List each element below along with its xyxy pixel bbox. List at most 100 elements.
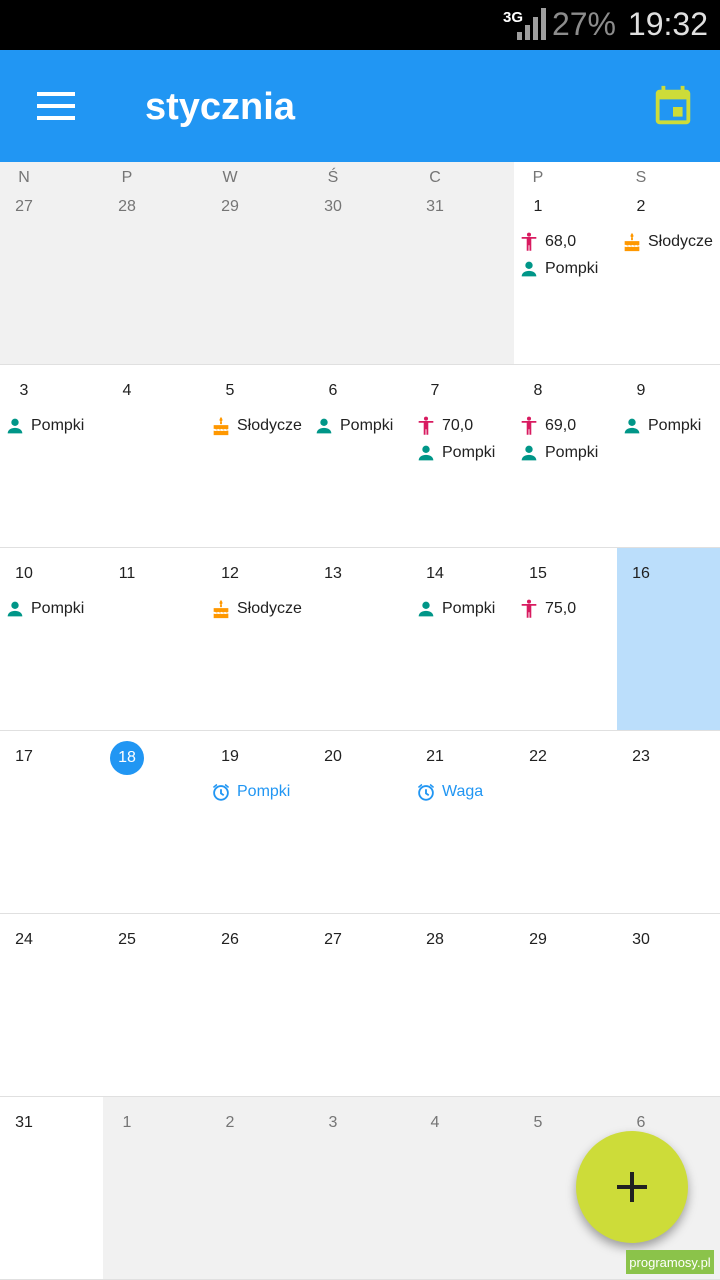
event-weight[interactable]: 70,0: [415, 415, 473, 437]
calendar-day-cell[interactable]: 5 Słodycze: [206, 365, 309, 547]
day-number: 5: [225, 382, 235, 399]
day-number: 14: [426, 565, 444, 582]
calendar-day-cell[interactable]: 29: [514, 914, 617, 1096]
event-exercise[interactable]: Pompki: [518, 442, 598, 464]
event-weight[interactable]: 75,0: [518, 598, 576, 620]
calendar-day-cell[interactable]: 21 Waga: [411, 731, 514, 913]
hamburger-menu-icon[interactable]: [26, 76, 86, 136]
add-entry-button[interactable]: [576, 1131, 688, 1243]
calendar-day-cell[interactable]: C 31: [411, 162, 514, 364]
day-number: 3: [328, 1114, 338, 1131]
calendar-day-cell[interactable]: 25: [103, 914, 206, 1096]
calendar-day-cell[interactable]: 10 Pompki: [0, 548, 103, 730]
calendar-day-cell[interactable]: 3 Pompki: [0, 365, 103, 547]
event-label: Pompki: [31, 600, 85, 617]
event-exercise[interactable]: Pompki: [4, 415, 84, 437]
calendar-day-cell[interactable]: P 1 68,0 Pompki: [514, 162, 617, 364]
calendar-day-cell[interactable]: 27: [309, 914, 412, 1096]
event-label: Pompki: [442, 444, 496, 461]
cake-icon: [213, 416, 229, 436]
event-exercise[interactable]: Pompki: [518, 258, 598, 280]
calendar-day-cell[interactable]: 22: [514, 731, 617, 913]
calendar-day-cell[interactable]: 1: [103, 1097, 206, 1279]
day-number: 21: [426, 748, 444, 765]
status-bar: 3G 27% 19:32: [0, 0, 720, 50]
calendar-day-cell[interactable]: N 27: [0, 162, 103, 364]
event-reminder[interactable]: Pompki: [210, 781, 290, 803]
day-number: 13: [324, 565, 342, 582]
person-icon: [624, 418, 640, 434]
calendar-day-cell[interactable]: 4: [411, 1097, 514, 1279]
day-number: 24: [15, 931, 33, 948]
alarm-icon: [212, 783, 230, 801]
calendar-day-cell[interactable]: 17: [0, 731, 103, 913]
event-exercise[interactable]: Pompki: [4, 598, 84, 620]
day-number: 17: [15, 748, 33, 765]
day-number: 27: [324, 931, 342, 948]
event-label: Waga: [442, 783, 484, 800]
day-number: 29: [529, 931, 547, 948]
calendar-day-cell[interactable]: 6 Pompki: [309, 365, 412, 547]
calendar-day-cell[interactable]: 19 Pompki: [206, 731, 309, 913]
calendar-day-cell[interactable]: 13: [309, 548, 412, 730]
event-sweets[interactable]: Słodycze: [210, 598, 302, 620]
event-exercise[interactable]: Pompki: [313, 415, 393, 437]
day-number: 8: [533, 382, 543, 399]
calendar-day-cell[interactable]: W 29: [206, 162, 309, 364]
calendar-day-cell[interactable]: S 2 Słodycze: [617, 162, 720, 364]
calendar-day-cell[interactable]: 7 70,0 Pompki: [411, 365, 514, 547]
calendar-day-cell[interactable]: 11: [103, 548, 206, 730]
event-label: 69,0: [545, 417, 577, 434]
day-number: 11: [118, 565, 136, 582]
weight-person-icon: [521, 599, 537, 618]
calendar-day-cell[interactable]: 24: [0, 914, 103, 1096]
weight-person-icon: [521, 416, 537, 435]
event-reminder[interactable]: Waga: [415, 781, 483, 803]
weekday-label: W: [222, 169, 238, 186]
calendar-day-cell[interactable]: 28: [411, 914, 514, 1096]
event-weight[interactable]: 68,0: [518, 231, 576, 253]
calendar-day-cell[interactable]: P 28: [103, 162, 206, 364]
day-number: 1: [533, 198, 543, 215]
calendar-grid: N 27 P 28 W 29 Ś 30 C 31 P 1 68,0 Pompki S 2 Słodycze 3 Po…: [0, 162, 720, 1280]
calendar-day-cell[interactable]: 15 75,0: [514, 548, 617, 730]
calendar-day-cell[interactable]: 18: [103, 731, 206, 913]
calendar-day-cell[interactable]: 9 Pompki: [617, 365, 720, 547]
event-label: Pompki: [648, 417, 702, 434]
calendar-day-cell[interactable]: 12 Słodycze: [206, 548, 309, 730]
event-exercise[interactable]: Pompki: [415, 442, 495, 464]
calendar-day-cell[interactable]: 2: [206, 1097, 309, 1279]
event-exercise[interactable]: Pompki: [415, 598, 495, 620]
calendar-day-cell[interactable]: 26: [206, 914, 309, 1096]
event-sweets[interactable]: Słodycze: [621, 231, 713, 253]
weekday-label: C: [429, 169, 441, 186]
person-icon: [7, 418, 23, 434]
calendar-day-cell[interactable]: 20: [309, 731, 412, 913]
calendar-day-cell[interactable]: Ś 30: [309, 162, 412, 364]
day-number: 27: [15, 198, 33, 215]
event-label: 68,0: [545, 233, 577, 250]
person-icon: [316, 418, 332, 434]
calendar-day-cell[interactable]: 3: [309, 1097, 412, 1279]
calendar-day-cell[interactable]: 16: [617, 548, 720, 730]
calendar-day-cell[interactable]: 30: [617, 914, 720, 1096]
calendar-day-cell[interactable]: 23: [617, 731, 720, 913]
person-icon: [521, 261, 537, 277]
cake-icon: [624, 232, 640, 252]
day-number: 7: [430, 382, 440, 399]
day-number: 2: [225, 1114, 235, 1131]
day-number: 19: [221, 748, 239, 765]
event-exercise[interactable]: Pompki: [621, 415, 701, 437]
day-number: 26: [221, 931, 239, 948]
day-number: 28: [118, 198, 136, 215]
event-sweets[interactable]: Słodycze: [210, 415, 302, 437]
day-number: 4: [430, 1114, 440, 1131]
event-weight[interactable]: 69,0: [518, 415, 576, 437]
calendar-today-icon[interactable]: [650, 84, 696, 130]
calendar-day-cell[interactable]: 8 69,0 Pompki: [514, 365, 617, 547]
calendar-day-cell[interactable]: 31: [0, 1097, 103, 1279]
weight-person-icon: [521, 232, 537, 251]
calendar-day-cell[interactable]: 4: [103, 365, 206, 547]
person-icon: [521, 445, 537, 461]
calendar-day-cell[interactable]: 14 Pompki: [411, 548, 514, 730]
